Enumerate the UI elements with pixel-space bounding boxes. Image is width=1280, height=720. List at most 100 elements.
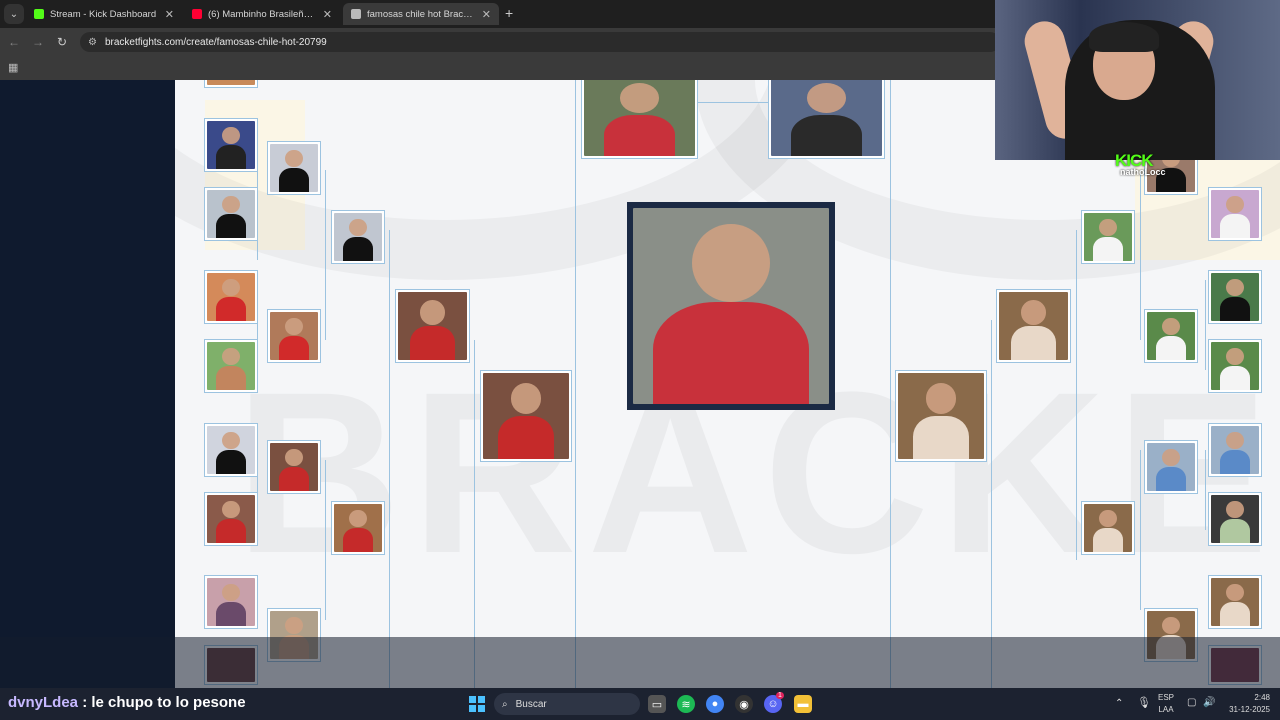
page: BRACKET <box>0 80 1280 688</box>
left-panel <box>0 80 175 688</box>
contestant-slot[interactable] <box>204 187 258 241</box>
finalist-slot-left[interactable] <box>581 80 698 159</box>
contestant-photo <box>398 292 467 360</box>
contestant-photo <box>1211 426 1259 474</box>
contestant-slot[interactable] <box>267 440 321 494</box>
tab-search-button[interactable]: ⌄ <box>4 4 24 24</box>
contestant-slot[interactable] <box>480 370 572 462</box>
contestant-photo <box>898 373 984 459</box>
close-tab-icon[interactable]: ✕ <box>482 8 491 21</box>
contestant-slot[interactable] <box>1208 423 1262 477</box>
contestant-slot[interactable] <box>1208 270 1262 324</box>
contestant-photo <box>207 121 255 169</box>
bracketfights-favicon-icon <box>351 9 361 19</box>
webcam-figure <box>1089 22 1159 52</box>
chat-text: le chupo to lo pesone <box>91 694 246 711</box>
contestant-photo <box>1211 578 1259 626</box>
contestant-slot[interactable] <box>1081 210 1135 264</box>
contestant-slot[interactable] <box>1208 492 1262 546</box>
contestant-photo <box>270 144 318 192</box>
forward-button[interactable]: → <box>26 35 50 49</box>
language-code: ESP <box>1158 693 1175 702</box>
contestant-photo <box>270 312 318 360</box>
contestant-slot[interactable] <box>996 289 1071 363</box>
url-text: bracketfights.com/create/famosas-chile-h… <box>104 36 327 48</box>
contestant-photo <box>1211 495 1259 543</box>
language-indicator[interactable]: ESP LAA <box>1158 692 1174 716</box>
chevron-up-icon[interactable]: ⌃ <box>1115 698 1123 710</box>
file-explorer-icon[interactable]: ▬ <box>794 695 812 713</box>
bracket-line <box>890 80 891 688</box>
contestant-slot[interactable] <box>204 80 258 88</box>
contestant-slot[interactable] <box>1208 339 1262 393</box>
contestant-slot[interactable] <box>204 423 258 477</box>
taskbar-search[interactable]: ⌕ Buscar <box>494 693 640 715</box>
contestant-slot[interactable] <box>1144 309 1198 363</box>
contestant-slot[interactable] <box>1208 187 1262 241</box>
obs-icon[interactable]: ◉ <box>735 695 753 713</box>
champion-frame[interactable] <box>627 202 835 410</box>
tab-kick-dashboard[interactable]: Stream - Kick Dashboard ✕ <box>26 3 182 25</box>
task-view-icon[interactable]: ▭ <box>648 695 666 713</box>
contestant-slot[interactable] <box>331 210 385 264</box>
contestant-photo <box>207 273 255 321</box>
contestant-photo <box>207 342 255 390</box>
contestant-photo <box>207 190 255 238</box>
microphone-icon[interactable]: 🎙 <box>1137 697 1151 709</box>
bracket-line <box>1205 450 1206 530</box>
bracket-line <box>1205 280 1206 370</box>
contestant-photo <box>1084 213 1132 261</box>
tab-bracket[interactable]: famosas chile hot Bracket - Bra ✕ <box>343 3 499 25</box>
contestant-photo <box>207 578 255 626</box>
contestant-photo <box>334 504 382 552</box>
reload-button[interactable]: ↻ <box>50 35 74 49</box>
contestant-slot[interactable] <box>267 309 321 363</box>
contestant-slot[interactable] <box>1208 575 1262 629</box>
tab-title: (6) Mambinho Brasileño / benji <box>208 8 317 20</box>
kick-favicon-icon <box>34 9 44 19</box>
bracket-line <box>1140 170 1141 340</box>
contestant-photo <box>207 495 255 543</box>
youtube-favicon-icon <box>192 9 202 19</box>
contestant-slot[interactable] <box>204 270 258 324</box>
bracket-line <box>1140 450 1141 610</box>
notification-badge: 1 <box>776 692 784 699</box>
spotify-icon[interactable]: ≋ <box>677 695 695 713</box>
contestant-slot[interactable] <box>895 370 987 462</box>
apps-grid-icon[interactable]: ▦ <box>8 61 18 74</box>
clock[interactable]: 2:48 31-12-2025 <box>1224 692 1270 716</box>
contestant-photo <box>334 213 382 261</box>
champion-photo <box>633 208 829 404</box>
close-tab-icon[interactable]: ✕ <box>323 8 332 21</box>
contestant-slot[interactable] <box>395 289 470 363</box>
windows-start-icon[interactable] <box>468 695 486 713</box>
stream-overlay-bar <box>0 637 1280 688</box>
contestant-slot[interactable] <box>204 492 258 546</box>
new-tab-button[interactable]: + <box>505 5 513 21</box>
chrome-icon[interactable]: ● <box>706 695 724 713</box>
finalist-slot-right[interactable] <box>768 80 885 159</box>
search-placeholder: Buscar <box>515 698 547 710</box>
chat-message: dvnyLdea : le chupo to lo pesone <box>8 694 246 711</box>
address-bar[interactable]: ⚙ bracketfights.com/create/famosas-chile… <box>80 32 1000 52</box>
network-icon[interactable]: ▢ <box>1187 697 1196 709</box>
bracket-line <box>474 340 475 688</box>
contestant-slot[interactable] <box>204 339 258 393</box>
clock-date: 31-12-2025 <box>1229 705 1270 714</box>
contestant-slot[interactable] <box>1144 440 1198 494</box>
back-button[interactable]: ← <box>2 35 26 49</box>
tab-youtube[interactable]: (6) Mambinho Brasileño / benji ✕ <box>184 3 340 25</box>
contestant-slot[interactable] <box>331 501 385 555</box>
volume-icon[interactable]: 🔊 <box>1203 697 1215 709</box>
bracket-line <box>325 170 326 340</box>
contestant-slot[interactable] <box>204 575 258 629</box>
contestant-slot[interactable] <box>267 141 321 195</box>
contestant-photo <box>270 443 318 491</box>
tab-title: Stream - Kick Dashboard <box>50 8 157 20</box>
close-tab-icon[interactable]: ✕ <box>165 8 174 21</box>
contestant-slot[interactable] <box>204 118 258 172</box>
contestant-photo <box>207 80 255 85</box>
site-info-icon[interactable]: ⚙ <box>88 37 97 48</box>
contestant-slot[interactable] <box>1081 501 1135 555</box>
clock-time: 2:48 <box>1254 693 1270 702</box>
